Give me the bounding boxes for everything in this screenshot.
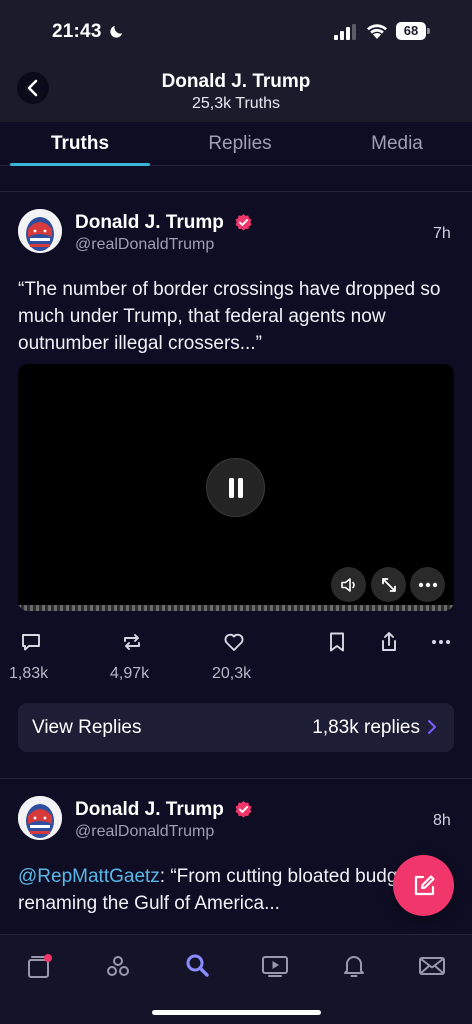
video-progress-bar[interactable] bbox=[18, 605, 454, 611]
divider bbox=[0, 778, 472, 779]
post-author-handle[interactable]: @realDonaldTrump bbox=[75, 823, 214, 841]
heart-icon[interactable] bbox=[222, 630, 246, 654]
signal-icon bbox=[334, 24, 356, 40]
more-icon bbox=[418, 582, 437, 587]
chevron-right-icon bbox=[428, 720, 436, 734]
home-indicator bbox=[152, 1010, 321, 1015]
pause-icon bbox=[228, 477, 243, 498]
compose-button[interactable] bbox=[393, 855, 454, 916]
volume-button[interactable] bbox=[331, 567, 366, 602]
like-count: 20,3k bbox=[212, 665, 252, 682]
post-author-name[interactable]: Donald J. Trump bbox=[75, 212, 224, 234]
status-bar: 21:43 68 bbox=[0, 0, 472, 62]
verified-badge-icon bbox=[235, 800, 252, 818]
bookmark-icon[interactable] bbox=[325, 630, 349, 654]
post-text: @RepMattGaetz: “From cutting bloated bud… bbox=[18, 863, 458, 917]
volume-icon bbox=[340, 577, 355, 592]
home-icon[interactable] bbox=[26, 952, 54, 980]
retruth-icon[interactable] bbox=[120, 630, 144, 654]
search-icon[interactable] bbox=[183, 952, 211, 980]
video-player[interactable] bbox=[18, 364, 454, 611]
retruth-count: 4,97k bbox=[110, 665, 150, 682]
post-more-icon[interactable] bbox=[429, 630, 453, 654]
profile-tabs: Truths Replies Media bbox=[0, 122, 472, 166]
compose-icon bbox=[414, 874, 435, 895]
reply-icon[interactable] bbox=[19, 630, 43, 654]
battery-level: 68 bbox=[396, 22, 426, 40]
view-replies-label: View Replies bbox=[32, 717, 142, 738]
mention-link[interactable]: @RepMattGaetz bbox=[18, 866, 160, 887]
post-time: 8h bbox=[433, 812, 451, 829]
post-text: “The number of border crossings have dro… bbox=[18, 279, 441, 354]
divider bbox=[0, 191, 472, 192]
verified-badge-icon bbox=[235, 213, 252, 231]
status-time: 21:43 bbox=[52, 21, 102, 42]
wifi-icon bbox=[367, 24, 387, 39]
battery-icon: 68 bbox=[396, 22, 430, 40]
moon-icon bbox=[110, 25, 123, 38]
active-tab-indicator bbox=[10, 163, 150, 166]
post-author-handle[interactable]: @realDonaldTrump bbox=[75, 236, 214, 254]
avatar[interactable] bbox=[18, 209, 62, 253]
reply-count: 1,83k bbox=[9, 665, 49, 682]
bell-icon[interactable] bbox=[340, 952, 368, 980]
video-more-button[interactable] bbox=[410, 567, 445, 602]
groups-icon[interactable] bbox=[104, 952, 132, 980]
video-icon[interactable] bbox=[261, 952, 289, 980]
page-title: Donald J. Trump bbox=[161, 71, 311, 92]
fullscreen-icon bbox=[381, 577, 396, 592]
tab-replies[interactable]: Replies bbox=[170, 133, 310, 155]
pause-button[interactable] bbox=[206, 458, 265, 517]
top-nav: Donald J. Trump 25,3k Truths bbox=[0, 62, 472, 122]
avatar[interactable] bbox=[18, 796, 62, 840]
mail-icon[interactable] bbox=[418, 952, 446, 980]
post-time: 7h bbox=[433, 225, 451, 242]
view-replies-count: 1,83k replies bbox=[312, 717, 420, 738]
view-replies-button[interactable]: View Replies 1,83k replies bbox=[18, 703, 454, 752]
tab-media[interactable]: Media bbox=[327, 133, 467, 155]
fullscreen-button[interactable] bbox=[371, 567, 406, 602]
tab-truths[interactable]: Truths bbox=[10, 133, 150, 155]
share-icon[interactable] bbox=[377, 630, 401, 654]
post-author-name[interactable]: Donald J. Trump bbox=[75, 799, 224, 821]
truths-count: 25,3k Truths bbox=[191, 95, 281, 112]
